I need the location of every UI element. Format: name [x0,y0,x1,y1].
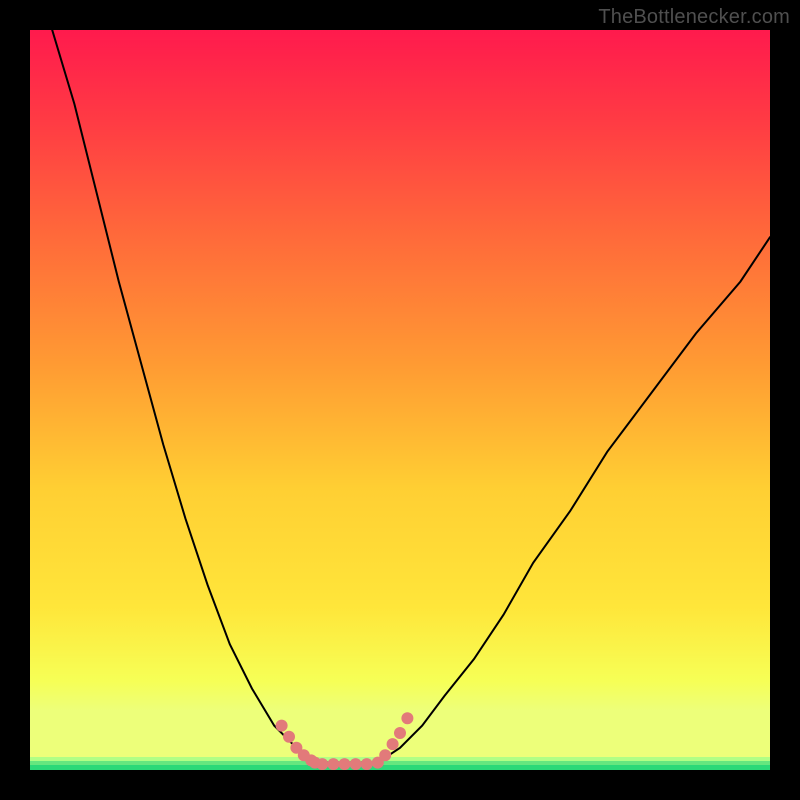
pink-marker [339,758,351,770]
pink-marker [276,720,288,732]
pink-marker [387,738,399,750]
pink-marker [350,758,362,770]
pink-marker [327,758,339,770]
pink-marker [394,727,406,739]
plot-area [30,30,770,770]
watermark-text: TheBottlenecker.com [598,6,790,29]
chart-frame: TheBottlenecker.com [0,0,800,800]
gradient-background [30,30,770,770]
pink-marker [283,731,295,743]
pink-marker [316,758,328,770]
chart-svg [30,30,770,770]
pink-marker [401,712,413,724]
bottom-band-2 [30,761,770,765]
pink-marker [361,758,373,770]
bottom-band-3 [30,765,770,770]
pink-marker [379,749,391,761]
bottom-band-1 [30,757,770,761]
